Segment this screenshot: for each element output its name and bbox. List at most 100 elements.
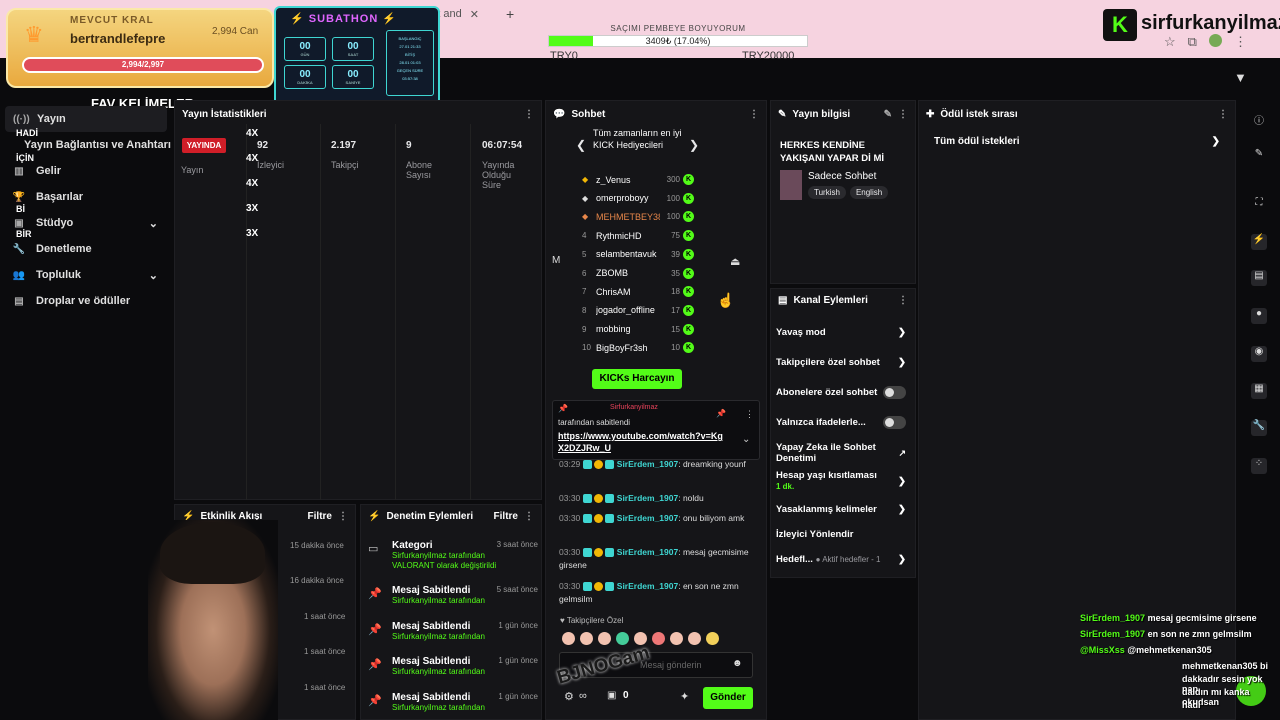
more-icon[interactable]: ⋮ bbox=[1218, 109, 1228, 120]
message-user[interactable]: SirErdem_1907 bbox=[617, 493, 678, 503]
emote-icon[interactable] bbox=[670, 632, 683, 645]
emote-icon[interactable] bbox=[706, 632, 719, 645]
chevron-right-icon[interactable]: ❯ bbox=[689, 138, 699, 152]
leaderboard-row[interactable]: ◆ MEHMETBEY38 100 K bbox=[582, 208, 694, 225]
filter-button[interactable]: Filtre bbox=[494, 511, 518, 522]
leaderboard-row[interactable]: 4 RythmicHD 75 K bbox=[582, 227, 694, 244]
toggle-switch[interactable] bbox=[882, 416, 906, 429]
broadcast-icon[interactable]: ◉ bbox=[1251, 346, 1267, 362]
sidebar-item-moderation[interactable]: 🔧 Denetleme bbox=[0, 236, 172, 262]
users-icon[interactable]: ⁘ bbox=[1251, 458, 1267, 474]
message-user[interactable]: SirErdem_1907 bbox=[617, 513, 678, 523]
eject-icon[interactable]: ⏏ bbox=[730, 255, 740, 268]
all-rewards-link[interactable]: Tüm ödül istekleri ❯ bbox=[934, 136, 1220, 147]
document-icon[interactable]: ▤ bbox=[1251, 270, 1267, 286]
emote-icon[interactable] bbox=[598, 632, 611, 645]
channel-action-item[interactable]: İzleyici Yönlendir bbox=[776, 529, 906, 540]
leaderboard-row[interactable]: 8 jogador_offline 17 K bbox=[582, 302, 694, 319]
channel-action-item[interactable]: Hedefl... ● Aktif hedefler - 1 ❯ bbox=[776, 554, 906, 565]
sidebar-item-community[interactable]: 👥 Topluluk ⌄ bbox=[0, 262, 172, 288]
channel-action-item[interactable]: Abonelere özel sohbet bbox=[776, 386, 906, 399]
channel-action-item[interactable]: Yavaş mod ❯ bbox=[776, 327, 906, 338]
chat-icon[interactable]: ● bbox=[1251, 308, 1267, 324]
emote-icon[interactable] bbox=[580, 632, 593, 645]
channel-action-item[interactable]: Takipçilere özel sohbet ❯ bbox=[776, 357, 906, 368]
edit-icon[interactable]: ✎ bbox=[884, 109, 892, 120]
unpin-icon[interactable]: 📌 bbox=[716, 409, 726, 418]
emoji-icon[interactable]: ☻ bbox=[732, 658, 743, 669]
more-icon[interactable]: ⋮ bbox=[745, 409, 754, 420]
overlay-chat-text: hadi bbox=[1182, 700, 1201, 710]
chevron-down-icon[interactable]: ⌄ bbox=[742, 434, 750, 445]
mod-action-row[interactable]: 📌 Mesaj Sabitlendi Sirfurkanyilmaz tarafın… bbox=[366, 692, 538, 713]
mod-action-row[interactable]: 📌 Mesaj Sabitlendi Sirfurkanyilmaz tarafın… bbox=[366, 621, 538, 642]
profile-avatar[interactable] bbox=[1208, 34, 1222, 47]
message-user[interactable]: SirErdem_1907 bbox=[617, 547, 678, 557]
channel-action-item[interactable]: Yasaklanmış kelimeler ❯ bbox=[776, 504, 906, 515]
action-detail: Sirfurkanyilmaz tarafından bbox=[392, 703, 485, 712]
action-detail: Sirfurkanyilmaz tarafından bbox=[392, 632, 485, 641]
leader-value: 39 bbox=[671, 249, 680, 259]
emote-icon[interactable] bbox=[688, 632, 701, 645]
leaderboard-row[interactable]: 5 selambentavuk 39 K bbox=[582, 246, 694, 263]
settings-icon[interactable]: ⚙ bbox=[564, 690, 574, 703]
spend-kicks-button[interactable]: KICKs Harcayın bbox=[592, 369, 682, 389]
sidebar-item-drops[interactable]: ▤ Droplar ve ödüller bbox=[0, 288, 172, 314]
badge-icon bbox=[605, 582, 615, 592]
info-icon[interactable]: ⓘ bbox=[1251, 112, 1267, 128]
tag[interactable]: Turkish bbox=[808, 186, 846, 199]
tag[interactable]: English bbox=[849, 186, 889, 199]
bolt-icon[interactable]: ⚡ bbox=[1251, 234, 1267, 250]
gift-icon[interactable]: ✦ bbox=[680, 690, 689, 703]
overlay-word: BİR bbox=[16, 229, 32, 239]
wrench-icon[interactable]: 🔧 bbox=[1251, 420, 1267, 436]
leaderboard-row[interactable]: ◆ omerproboyy 100 K bbox=[582, 190, 694, 207]
emote-icon[interactable] bbox=[616, 632, 629, 645]
emote-icon[interactable] bbox=[652, 632, 665, 645]
leaderboard-row[interactable]: 7 ChrisAM 18 K bbox=[582, 283, 694, 300]
mod-action-row[interactable]: ▭ Kategori Sirfurkanyilmaz tarafından VALO… bbox=[366, 540, 538, 571]
channel-action-item[interactable]: Hesap yaşı kısıtlaması 1 dk. ❯ bbox=[776, 470, 906, 492]
more-icon[interactable]: ⋮ bbox=[749, 109, 759, 120]
infinity-icon[interactable]: ∞ bbox=[579, 690, 587, 702]
chevron-left-icon[interactable]: ❮ bbox=[576, 138, 586, 152]
mod-action-row[interactable]: 📌 Mesaj Sabitlendi Sirfurkanyilmaz tarafın… bbox=[366, 656, 538, 677]
new-tab-icon[interactable]: + bbox=[506, 6, 514, 22]
send-button[interactable]: Gönder bbox=[703, 687, 753, 709]
kick-triangle-icon[interactable]: ▼ bbox=[1234, 70, 1247, 85]
more-icon[interactable]: ⋮ bbox=[338, 511, 348, 522]
overlay-chat-line: @MissXss @mehmetkenan305 bbox=[1080, 645, 1212, 655]
channel-action-item[interactable]: Yapay Zeka ile Sohbet Denetimi ↗ bbox=[776, 442, 906, 464]
chest-icon[interactable]: ▣ bbox=[607, 690, 616, 701]
overlay-chat-line: mehmetkenan305 bi bbox=[1182, 661, 1268, 671]
more-icon[interactable]: ⋮ bbox=[524, 109, 534, 120]
message-user[interactable]: SirErdem_1907 bbox=[617, 459, 678, 469]
close-icon[interactable]: ✕ bbox=[470, 8, 479, 21]
leaderboard-row[interactable]: 10 BigBoyFr3sh 10 K bbox=[582, 339, 694, 356]
uptime-label: Yayında Olduğu Süre bbox=[482, 160, 515, 190]
subathon-days: 00 GÜN bbox=[284, 37, 326, 61]
layout-icon[interactable]: ▦ bbox=[1251, 383, 1267, 399]
message-user[interactable]: SirErdem_1907 bbox=[617, 581, 678, 591]
pencil-icon[interactable]: ✎ bbox=[1251, 148, 1267, 164]
more-icon[interactable]: ⋮ bbox=[898, 109, 908, 120]
leaderboard-row[interactable]: 6 ZBOMB 35 K bbox=[582, 265, 694, 282]
leaderboard-row[interactable]: 9 mobbing 15 K bbox=[582, 321, 694, 338]
sidebar-item-achievements[interactable]: 🏆 Başarılar bbox=[0, 184, 172, 210]
toggle-switch[interactable] bbox=[882, 386, 906, 399]
pencil-icon: ✎ bbox=[778, 108, 787, 120]
king-name: bertrandlefepre bbox=[70, 31, 166, 46]
mod-action-row[interactable]: 📌 Mesaj Sabitlendi Sirfurkanyilmaz tarafın… bbox=[366, 585, 538, 606]
leaderboard-row[interactable]: ◆ z_Venus 300 K bbox=[582, 171, 694, 188]
emote-icon[interactable] bbox=[562, 632, 575, 645]
menu-icon[interactable]: ⋮ bbox=[1234, 34, 1247, 50]
filter-button[interactable]: Filtre bbox=[308, 511, 332, 522]
star-icon[interactable]: ☆ bbox=[1164, 34, 1176, 50]
category-name[interactable]: Sadece Sohbet bbox=[808, 171, 876, 182]
channel-action-item[interactable]: Yalnızca ifadelerle... bbox=[776, 416, 906, 429]
more-icon[interactable]: ⋮ bbox=[524, 511, 534, 522]
pinned-link[interactable]: https://www.youtube.com/watch?v=KgX2DZJR… bbox=[558, 430, 723, 454]
expand-icon[interactable]: ⛶ bbox=[1251, 197, 1267, 213]
more-icon[interactable]: ⋮ bbox=[898, 295, 908, 306]
extension-icon[interactable]: ⧉ bbox=[1188, 34, 1197, 50]
